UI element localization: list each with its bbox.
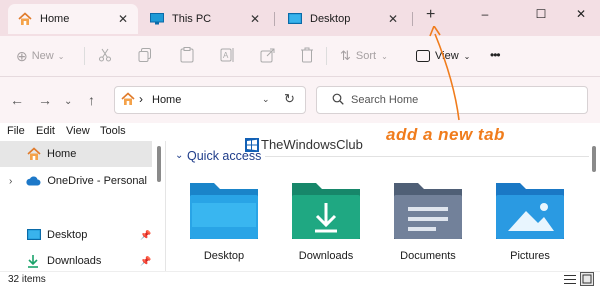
home-icon (121, 92, 135, 105)
copy-icon[interactable] (138, 48, 152, 62)
plus-circle-icon: ⊕ (16, 47, 28, 64)
forward-arrow-icon[interactable]: → (38, 92, 52, 108)
delete-icon[interactable] (300, 47, 314, 63)
folder-label-documents: Documents (400, 250, 456, 262)
chevron-right-icon[interactable]: › (9, 176, 12, 187)
pin-icon[interactable]: 📌 (140, 256, 151, 267)
menu-view[interactable]: View (66, 125, 90, 137)
sidebar-item-label: Desktop (47, 229, 88, 241)
tab-label: Desktop (310, 13, 351, 25)
sort-arrows-icon: ⇅ (340, 48, 351, 63)
tab-label: This PC (172, 13, 212, 25)
tab-divider (274, 12, 275, 26)
new-label: New (31, 50, 54, 62)
tab-desktop[interactable]: Desktop ✕ (278, 4, 408, 34)
minimize-button[interactable]: – (462, 0, 508, 28)
desktop-icon (288, 13, 302, 24)
new-button[interactable]: ⊕ New ⌄ (16, 36, 64, 76)
refresh-icon[interactable]: ↻ (284, 91, 295, 107)
chevron-down-icon: ⌄ (57, 51, 65, 61)
home-icon (18, 12, 32, 25)
address-dropdown-icon[interactable]: ⌄ (262, 94, 270, 105)
search-placeholder: Search Home (351, 94, 419, 106)
tab-this-pc[interactable]: This PC ✕ (140, 4, 270, 34)
menu-tools[interactable]: Tools (100, 125, 126, 137)
back-arrow-icon[interactable]: ← (10, 92, 24, 108)
chevron-down-icon: ⌄ (381, 51, 388, 61)
breadcrumb-separator: › (139, 92, 143, 106)
tab-divider (412, 12, 413, 26)
sort-label: Sort (355, 50, 377, 62)
download-icon (28, 255, 38, 268)
recent-chevron-icon[interactable]: ⌄ (64, 96, 72, 107)
folder-label-downloads: Downloads (298, 250, 354, 262)
paste-icon[interactable] (180, 47, 194, 63)
cloud-icon (26, 176, 41, 186)
section-divider (265, 156, 589, 157)
downloads-folder-icon[interactable] (290, 177, 362, 243)
menu-edit[interactable]: Edit (36, 125, 55, 137)
chevron-down-icon[interactable]: ⌄ (175, 150, 183, 161)
new-tab-button[interactable]: + (426, 6, 435, 24)
folder-label-pictures: Pictures (510, 250, 550, 262)
close-tab-icon[interactable]: ✕ (250, 12, 260, 26)
sidebar-item-label: Home (47, 148, 77, 160)
home-icon (27, 147, 41, 160)
up-arrow-icon[interactable]: ↑ (88, 92, 95, 108)
tab-label: Home (40, 13, 70, 25)
sidebar-item-label: OneDrive - Personal (47, 175, 147, 187)
sidebar-item-home[interactable]: Home (0, 141, 152, 167)
close-window-button[interactable]: ✕ (558, 0, 600, 28)
more-options-button[interactable]: ••• (490, 48, 501, 62)
toolbar-divider (84, 47, 85, 65)
breadcrumb-home[interactable]: Home (152, 94, 181, 106)
close-tab-icon[interactable]: ✕ (118, 12, 128, 26)
cut-icon[interactable] (98, 48, 112, 62)
svg-text:A: A (223, 51, 229, 60)
desktop-folder-icon[interactable] (188, 177, 260, 243)
annotation-label: add a new tab (386, 125, 505, 144)
share-icon[interactable] (260, 47, 276, 63)
annotation-arrow (429, 26, 460, 121)
rename-icon[interactable]: A (220, 47, 236, 63)
tiles-view-icon[interactable] (580, 272, 594, 286)
close-tab-icon[interactable]: ✕ (388, 12, 398, 26)
status-bar (0, 271, 600, 290)
tab-home[interactable]: Home ✕ (8, 4, 138, 34)
desktop-icon (27, 229, 41, 240)
sidebar-item-label: Downloads (47, 255, 102, 267)
sidebar-item-desktop[interactable]: Desktop 📌 (0, 222, 152, 248)
sidebar-item-onedrive[interactable]: › OneDrive - Personal (0, 168, 152, 194)
folder-label-desktop: Desktop (203, 250, 245, 262)
details-view-icon[interactable] (564, 274, 576, 285)
monitor-icon (150, 13, 164, 25)
watermark-text: TheWindowsClub (261, 137, 363, 152)
sort-button[interactable]: ⇅ Sort ⌄ (340, 36, 388, 76)
pin-icon[interactable]: 📌 (140, 230, 151, 241)
item-count: 32 items (8, 274, 46, 285)
documents-folder-icon[interactable] (392, 177, 464, 243)
pictures-folder-icon[interactable] (494, 177, 566, 243)
sidebar-scrollbar[interactable] (157, 146, 161, 182)
content-scrollbar[interactable] (592, 146, 596, 172)
search-icon (332, 93, 344, 105)
watermark: TheWindowsClub (245, 137, 363, 152)
windows-logo-icon (245, 137, 259, 152)
menu-file[interactable]: File (7, 125, 25, 137)
toolbar-divider (326, 47, 327, 65)
